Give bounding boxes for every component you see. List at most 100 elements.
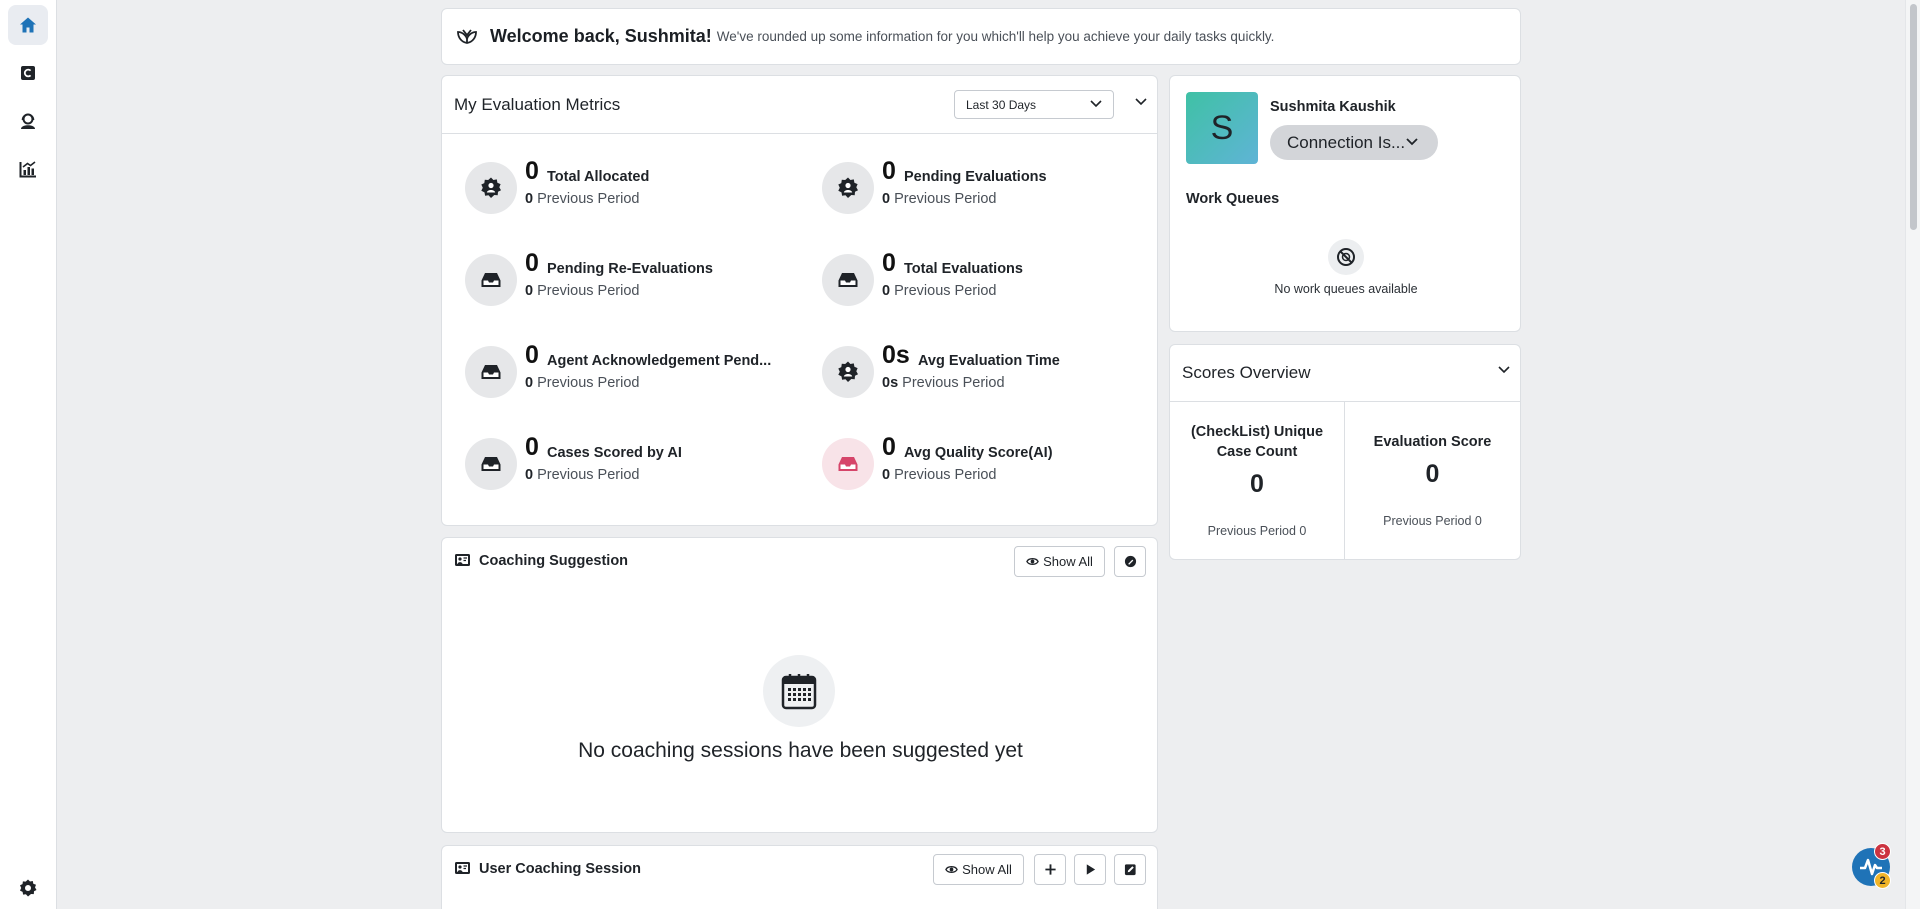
metric-value: 0 bbox=[525, 249, 539, 277]
nav-cases[interactable] bbox=[8, 53, 48, 93]
gear-badge-icon bbox=[481, 177, 501, 198]
date-range-select[interactable]: Last 30 Days bbox=[954, 90, 1114, 119]
side-navigation bbox=[0, 0, 57, 909]
work-queues-title: Work Queues bbox=[1186, 191, 1280, 207]
metric-total-evaluations: 0 Total Evaluations 0 Previous Period bbox=[822, 249, 1162, 311]
welcome-banner: Welcome back, Sushmita! We've rounded up… bbox=[441, 8, 1521, 65]
metric-avg-evaluation-time: 0s Avg Evaluation Time 0s Previous Perio… bbox=[822, 341, 1162, 403]
collapse-chevron-icon[interactable] bbox=[1135, 98, 1147, 106]
metric-icon bbox=[822, 162, 874, 214]
add-session-button[interactable] bbox=[1034, 854, 1066, 885]
avatar: S bbox=[1186, 92, 1258, 164]
score-value: 0 bbox=[1250, 470, 1264, 498]
metrics-header: My Evaluation Metrics Last 30 Days bbox=[442, 76, 1157, 134]
analytics-icon bbox=[19, 161, 36, 178]
metric-previous: 0 Previous Period bbox=[525, 467, 640, 483]
nav-settings[interactable] bbox=[8, 868, 48, 908]
metric-label: Pending Re-Evaluations bbox=[547, 261, 713, 277]
inbox-icon bbox=[838, 457, 858, 471]
collapse-chevron-icon[interactable] bbox=[1498, 366, 1510, 374]
play-session-button[interactable] bbox=[1074, 854, 1106, 885]
home-icon bbox=[20, 17, 36, 33]
metric-label: Cases Scored by AI bbox=[547, 445, 682, 461]
chevron-down-icon bbox=[1406, 138, 1418, 146]
show-all-button[interactable]: Show All bbox=[1014, 546, 1105, 577]
metric-icon bbox=[465, 162, 517, 214]
score-evaluation-score: Evaluation Score 0 Previous Period 0 bbox=[1345, 402, 1520, 560]
calendar-icon bbox=[781, 674, 817, 710]
nav-agent[interactable] bbox=[8, 101, 48, 141]
metric-value: 0 bbox=[525, 433, 539, 461]
score-previous: Previous Period 0 bbox=[1207, 524, 1307, 538]
metric-value: 0 bbox=[525, 341, 539, 369]
metric-value: 0s bbox=[882, 341, 910, 369]
profile-card: S Sushmita Kaushik Connection Is... Work… bbox=[1169, 75, 1521, 332]
metric-value: 0 bbox=[525, 157, 539, 185]
work-queues-empty: No work queues available bbox=[1274, 282, 1418, 296]
inbox-icon bbox=[838, 273, 858, 287]
metrics-title: My Evaluation Metrics bbox=[454, 94, 621, 114]
coaching-empty-message: No coaching sessions have been suggested… bbox=[578, 739, 1023, 762]
metric-previous: 0 Previous Period bbox=[882, 467, 997, 483]
profile-name: Sushmita Kaushik bbox=[1270, 99, 1396, 115]
no-queues-icon-wrap bbox=[1328, 239, 1364, 275]
metric-previous: 0 Previous Period bbox=[525, 283, 640, 299]
user-coaching-title: User Coaching Session bbox=[479, 860, 641, 877]
score-previous: Previous Period 0 bbox=[1383, 514, 1482, 528]
agent-icon bbox=[21, 113, 35, 129]
metric-label: Total Allocated bbox=[547, 169, 650, 185]
scores-header: Scores Overview bbox=[1170, 345, 1520, 402]
calendar-icon-wrap bbox=[763, 655, 835, 727]
eye-icon bbox=[1026, 558, 1039, 565]
metric-agent-acknowledgement-pending: 0 Agent Acknowledgement Pend... 0 Previo… bbox=[465, 341, 805, 403]
metric-previous: 0 Previous Period bbox=[525, 191, 640, 207]
nav-analytics[interactable] bbox=[8, 149, 48, 189]
metric-previous: 0 Previous Period bbox=[882, 283, 997, 299]
page-scrollbar[interactable] bbox=[1905, 0, 1920, 909]
welcome-greeting: Welcome back, Sushmita! bbox=[490, 26, 712, 46]
show-all-label: Show All bbox=[962, 862, 1012, 877]
metric-icon bbox=[465, 346, 517, 398]
inbox-icon bbox=[481, 273, 501, 287]
edit-session-button[interactable] bbox=[1114, 854, 1146, 885]
chevron-down-icon bbox=[1090, 100, 1102, 108]
edit-icon bbox=[1124, 864, 1136, 876]
score-title: Evaluation Score bbox=[1373, 434, 1492, 450]
gear-badge-icon bbox=[838, 177, 858, 198]
metric-avg-quality-score-ai: 0 Avg Quality Score(AI) 0 Previous Perio… bbox=[822, 433, 1162, 495]
metric-value: 0 bbox=[882, 433, 896, 461]
coaching-title: Coaching Suggestion bbox=[479, 552, 629, 569]
evaluation-metrics-card: My Evaluation Metrics Last 30 Days 0 Tot… bbox=[441, 75, 1158, 526]
score-value: 0 bbox=[1425, 460, 1440, 488]
metric-label: Pending Evaluations bbox=[904, 169, 1047, 185]
scores-overview-card: Scores Overview (CheckList) Unique Case … bbox=[1169, 344, 1521, 560]
nav-home[interactable] bbox=[8, 5, 48, 45]
lotus-icon bbox=[457, 28, 477, 44]
metric-icon bbox=[822, 438, 874, 490]
coaching-header: Coaching Suggestion bbox=[454, 552, 628, 569]
show-all-button[interactable]: Show All bbox=[933, 854, 1024, 885]
ai-compose-icon bbox=[1124, 555, 1136, 568]
user-coaching-header: User Coaching Session bbox=[454, 860, 641, 877]
user-coaching-session-card: User Coaching Session Show All bbox=[441, 845, 1158, 909]
metric-label: Avg Evaluation Time bbox=[918, 353, 1060, 369]
metric-icon bbox=[822, 346, 874, 398]
metric-previous: 0s Previous Period bbox=[882, 375, 1005, 391]
plus-icon bbox=[1044, 864, 1056, 875]
block-icon bbox=[1337, 248, 1355, 266]
settings-icon bbox=[20, 879, 37, 897]
inbox-icon bbox=[481, 457, 501, 471]
scrollbar-thumb[interactable] bbox=[1910, 4, 1917, 230]
welcome-subtitle: We've rounded up some information for yo… bbox=[716, 29, 1275, 44]
coaching-ai-button[interactable] bbox=[1114, 546, 1146, 577]
score-unique-case-count: (CheckList) Unique Case Count 0 Previous… bbox=[1170, 402, 1345, 560]
metric-icon bbox=[822, 254, 874, 306]
play-icon bbox=[1086, 864, 1095, 875]
metric-total-allocated: 0 Total Allocated 0 Previous Period bbox=[465, 157, 805, 219]
date-range-value: Last 30 Days bbox=[966, 97, 1037, 112]
coaching-board-icon bbox=[455, 862, 470, 874]
metric-previous: 0 Previous Period bbox=[525, 375, 640, 391]
connection-status-dropdown[interactable]: Connection Is... bbox=[1270, 125, 1438, 160]
cases-icon bbox=[21, 66, 35, 80]
metric-icon bbox=[465, 254, 517, 306]
